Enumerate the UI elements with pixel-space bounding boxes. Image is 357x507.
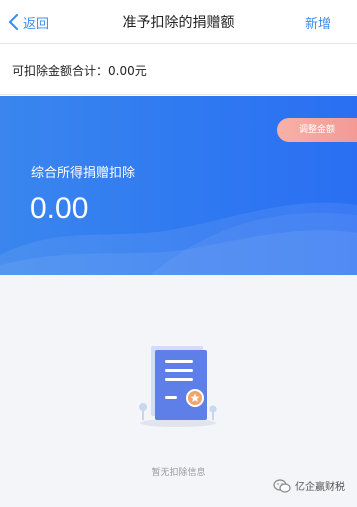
wechat-icon (273, 478, 291, 493)
category-label: 综合所得捐赠扣除 (31, 166, 136, 181)
back-button[interactable]: 返回 (8, 10, 49, 34)
empty-state: 暂无扣除信息 (0, 275, 357, 507)
watermark-text: 亿企赢财税 (295, 482, 345, 493)
adjust-amount-button[interactable]: 调整金额 (277, 118, 357, 142)
watermark: 亿企赢财税 (273, 478, 345, 493)
back-label: 返回 (23, 16, 50, 32)
empty-message: 暂无扣除信息 (151, 468, 206, 478)
summary-row: 可扣除金额合计：0.00元 (0, 45, 357, 95)
empty-document-icon (139, 346, 217, 427)
deduction-amount: 0.00 (30, 192, 89, 225)
page-title: 准予扣除的捐赠额 (122, 15, 235, 31)
deduction-banner: 调整金额 综合所得捐赠扣除 0.00 (0, 96, 357, 275)
chevron-left-icon (9, 14, 18, 30)
nav-bar: 返回 准予扣除的捐赠额 新增 (0, 0, 357, 44)
deductible-total-label: 可扣除金额合计：0.00元 (12, 64, 147, 78)
add-button[interactable]: 新增 (305, 13, 331, 32)
